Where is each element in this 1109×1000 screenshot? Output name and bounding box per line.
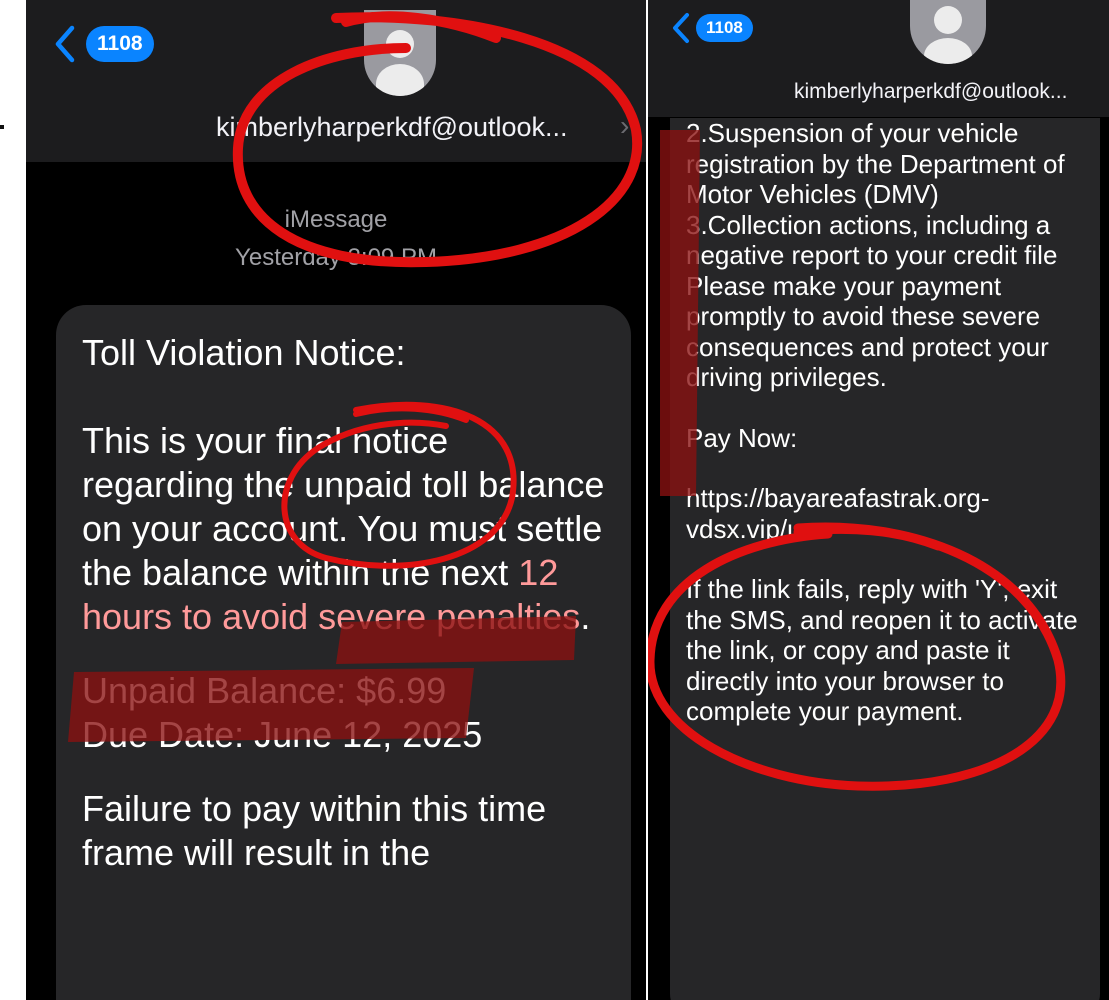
notice-end: . <box>580 596 591 637</box>
sender-name[interactable]: kimberlyharperkdf@outlook... <box>216 112 568 143</box>
contact-avatar[interactable] <box>364 10 436 96</box>
contact-avatar[interactable] <box>910 0 986 64</box>
edge-mark <box>0 125 4 129</box>
failure-text: Failure to pay within this time frame wi… <box>82 788 547 873</box>
unread-count-badge: 1108 <box>696 14 753 42</box>
pay-now-label: Pay Now: <box>686 422 798 453</box>
message-bubble: 2.Suspension of your vehicle registratio… <box>670 118 1100 1000</box>
avatar-head <box>386 30 414 58</box>
unpaid-balance: Unpaid Balance: $6.99 <box>82 670 447 711</box>
right-screenshot: 1108 kimberlyharperkdf@outlook... 2.Susp… <box>648 0 1109 1000</box>
sender-name[interactable]: kimberlyharperkdf@outlook... <box>794 80 1067 104</box>
message-notice: This is your final notice regarding the … <box>82 419 605 639</box>
chevron-left-icon <box>55 25 75 63</box>
avatar-body <box>376 64 424 96</box>
conversation-header: 1108 kimberlyharperkdf@outlook... <box>648 0 1109 117</box>
conversation-header: 1108 kimberlyharperkdf@outlook... › <box>26 0 646 162</box>
payment-urge: Please make your payment promptly to avo… <box>686 270 1049 393</box>
back-button[interactable]: 1108 <box>672 12 753 44</box>
link-instructions: If the link fails, reply with 'Y', exit … <box>686 574 1078 726</box>
left-screenshot: 1108 kimberlyharperkdf@outlook... › iMes… <box>26 0 646 1000</box>
unread-count-badge: 1108 <box>86 26 154 62</box>
consequence-item-3: 3.Collection actions, including a negati… <box>686 209 1058 271</box>
chevron-right-icon: › <box>620 110 630 141</box>
avatar-head <box>934 6 962 34</box>
avatar-body <box>924 38 972 64</box>
chevron-left-icon <box>673 13 689 43</box>
message-title: Toll Violation Notice: <box>82 332 406 373</box>
payment-link[interactable]: https://bayareafastrak.org-vdsx.vip/us <box>686 483 1084 544</box>
consequence-item-2: 2.Suspension of your vehicle registratio… <box>686 118 1065 209</box>
back-button[interactable]: 1108 <box>54 24 154 64</box>
service-label: iMessage <box>284 206 388 233</box>
message-bubble: Toll Violation Notice: This is your fina… <box>56 305 631 1000</box>
message-timestamp: Yesterday 3:09 PM <box>235 244 437 271</box>
due-date: Due Date: June 12, 2025 <box>82 714 483 755</box>
